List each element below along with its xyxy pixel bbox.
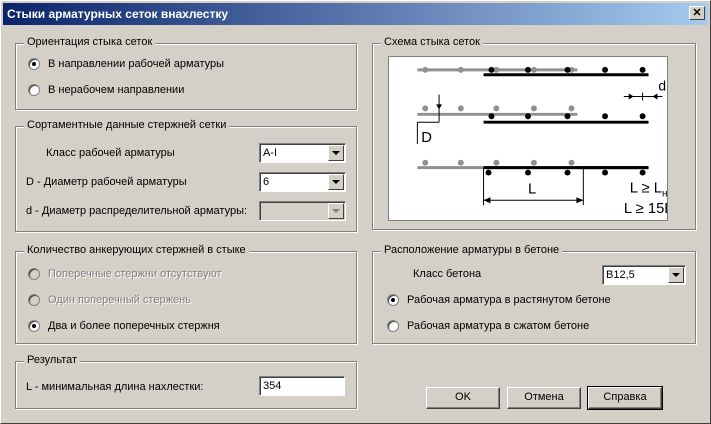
title-bar: Стыки арматурных сеток внахлестку ✕ (3, 3, 708, 25)
D-diameter-select[interactable]: 6 (259, 172, 346, 192)
scheme-legend: Схема стыка сеток (381, 36, 483, 48)
radio-label: Рабочая арматура в сжатом бетоне (407, 320, 590, 332)
orientation-group: Ориентация стыка сеток В направлении раб… (15, 36, 357, 110)
concrete-option-tension[interactable]: Рабочая арматура в растянутом бетоне (387, 294, 611, 306)
radio-label: В нерабочем направлении (48, 84, 185, 96)
rebar-class-select[interactable]: A-I (259, 143, 346, 163)
anchors-option-one: Один поперечный стержень (28, 294, 191, 306)
radio-label: В направлении рабочей арматуры (48, 58, 225, 70)
rebar-class-value: A-I (263, 147, 278, 159)
anchors-option-none: Поперечные стержни отсутствуют (28, 268, 222, 280)
concrete-option-compression[interactable]: Рабочая арматура в сжатом бетоне (387, 320, 589, 332)
chevron-down-icon (328, 203, 344, 219)
chevron-down-icon[interactable] (668, 267, 684, 283)
radio-icon[interactable] (387, 320, 399, 332)
D-diameter-label: D - Диаметр рабочей арматуры (26, 176, 187, 188)
result-legend: Результат (24, 354, 81, 366)
d-diameter-select (259, 201, 346, 221)
formula-L-Ln: L ≥ Lн (630, 180, 668, 199)
result-label: L - минимальная длина нахлестки: (26, 381, 204, 393)
radio-label: Два и более поперечных стержня (48, 320, 220, 332)
anchors-group: Количество анкерующих стержней в стыке П… (15, 244, 357, 344)
close-button[interactable]: ✕ (689, 6, 705, 20)
assortment-group: Сортаментные данные стержней сетки Класс… (15, 119, 357, 232)
concrete-class-value: B12,5 (606, 269, 635, 281)
orientation-option-working[interactable]: В направлении рабочей арматуры (28, 58, 224, 70)
concrete-class-label: Класс бетона (413, 268, 482, 280)
radio-label: Один поперечный стержень (48, 294, 191, 306)
rebar-class-label: Класс рабочей арматуры (46, 147, 175, 159)
radio-checked-icon[interactable] (28, 58, 40, 70)
result-value: 354 (263, 380, 282, 392)
radio-icon (28, 294, 40, 306)
assortment-legend: Сортаментные данные стержней сетки (24, 119, 230, 131)
label-L: L (528, 181, 536, 197)
window-title: Стыки арматурных сеток внахлестку (7, 7, 229, 21)
radio-label: Поперечные стержни отсутствуют (48, 268, 222, 280)
result-field[interactable]: 354 (259, 376, 345, 396)
radio-checked-icon[interactable] (28, 320, 40, 332)
radio-checked-icon[interactable] (387, 294, 399, 306)
radio-label: Рабочая арматура в растянутом бетоне (407, 294, 611, 306)
result-group: Результат L - минимальная длина нахлестк… (15, 354, 357, 409)
anchors-option-two-plus[interactable]: Два и более поперечных стержня (28, 320, 220, 332)
joint-scheme-diagram: D d L L ≥ Lн L ≥ 15D (388, 56, 668, 221)
label-D: D (421, 130, 432, 146)
radio-icon (28, 268, 40, 280)
d-diameter-label: d - Диаметр распределительной арматуры: (26, 205, 248, 217)
concrete-legend: Расположение арматуры в бетоне (381, 244, 563, 256)
D-diameter-value: 6 (263, 176, 270, 188)
formula-L-15D: L ≥ 15D (624, 201, 668, 217)
help-button[interactable]: Справка (587, 386, 663, 410)
cancel-button[interactable]: Отмена (507, 387, 581, 409)
radio-icon[interactable] (28, 84, 40, 96)
orientation-option-nonworking[interactable]: В нерабочем направлении (28, 84, 184, 96)
label-d: d (658, 78, 666, 94)
concrete-class-select[interactable]: B12,5 (602, 265, 686, 285)
anchors-legend: Количество анкерующих стержней в стыке (24, 244, 249, 256)
orientation-legend: Ориентация стыка сеток (24, 36, 156, 48)
ok-button[interactable]: OK (426, 387, 500, 409)
concrete-group: Расположение арматуры в бетоне Класс бет… (372, 244, 696, 344)
chevron-down-icon[interactable] (328, 174, 344, 190)
chevron-down-icon[interactable] (328, 145, 344, 161)
dialog-window: Стыки арматурных сеток внахлестку ✕ Орие… (0, 0, 711, 424)
